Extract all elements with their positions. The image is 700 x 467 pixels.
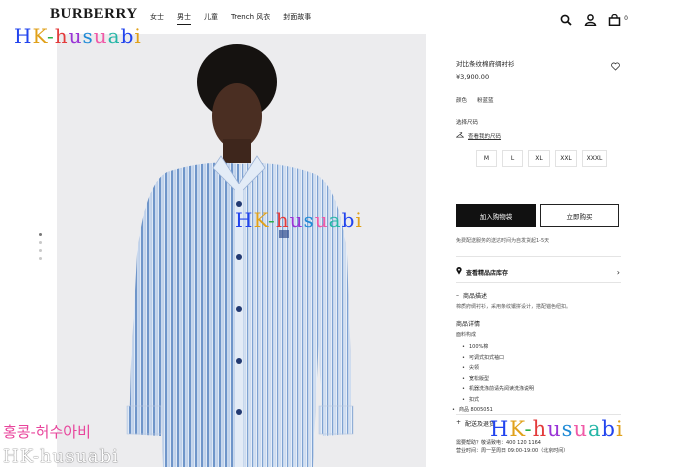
nav-item-men[interactable]: 男士	[177, 12, 191, 25]
divider	[456, 256, 621, 257]
details-heading: 商品详情	[456, 321, 481, 328]
hanger-icon	[455, 131, 465, 140]
location-pin-icon	[456, 267, 462, 277]
contact-line: 营业时间：周一至周日 09:00-19:00（北京时间）	[456, 448, 569, 454]
size-option-xxxl[interactable]: XXXL	[582, 150, 607, 167]
size-label: 选择尺码	[456, 120, 479, 126]
color-label: 颜色	[456, 98, 468, 104]
gallery-dot[interactable]	[39, 233, 42, 236]
gallery-dot[interactable]	[39, 257, 42, 260]
nav-item-trench[interactable]: Trench 风衣	[231, 12, 270, 25]
list-item: 100%棉	[462, 342, 534, 353]
list-item: 机器洗涤前请先阅读洗涤说明	[462, 384, 534, 395]
store-stock-label: 查看精品店库存	[466, 269, 509, 277]
main-nav: 女士 男士 儿童 Trench 风衣 封面故事	[150, 12, 311, 25]
product-panel: 对比条纹棉府绸衬衫 ¥3,900.00 颜色 粉蓝蓝 选择尺码 查看我的尺码 M…	[426, 34, 700, 467]
account-icon[interactable]	[584, 11, 597, 27]
product-title: 对比条纹棉府绸衬衫	[456, 60, 515, 68]
bag-icon[interactable]	[608, 11, 621, 27]
add-to-bag-button[interactable]: 加入购物袋	[456, 204, 536, 227]
nav-item-children[interactable]: 儿童	[204, 12, 218, 25]
store-stock-link[interactable]: 查看精品店库存 ›	[456, 267, 620, 277]
bag-count: 0	[624, 15, 628, 22]
model-photo	[57, 34, 426, 467]
gallery-dot[interactable]	[39, 249, 42, 252]
feature-list: 100%棉 可调式扣式袖口 尖领 宽松版型 机器洗涤前请先阅读洗涤说明 扣式 商…	[459, 342, 534, 416]
color-value: 粉蓝蓝	[477, 98, 494, 104]
list-item: 宽松版型	[462, 374, 534, 385]
description-heading: 商品描述	[463, 293, 488, 300]
product-price: ¥3,900.00	[456, 73, 490, 81]
size-option-l[interactable]: L	[502, 150, 523, 167]
fabric-heading: 面料构成	[456, 332, 477, 338]
brand-logo[interactable]: BURBERRY	[50, 6, 138, 23]
list-item: 扣式	[462, 395, 534, 406]
contact-line: 需要帮助？敬请致电：400 120 1164	[456, 440, 541, 446]
size-option-m[interactable]: M	[476, 150, 497, 167]
list-item: 尖领	[462, 363, 534, 374]
divider	[456, 282, 621, 283]
nav-item-cover-story[interactable]: 封面故事	[283, 12, 311, 25]
shipping-returns-toggle[interactable]: + 配送及退货	[456, 419, 495, 428]
site-header: BURBERRY 女士 男士 儿童 Trench 风衣 封面故事 0	[0, 0, 700, 34]
collapse-icon: –	[456, 292, 459, 299]
buy-now-button[interactable]: 立即购买	[540, 204, 619, 227]
size-options: M L XL XXL XXXL	[476, 150, 607, 167]
expand-icon: +	[456, 419, 462, 426]
search-icon[interactable]	[560, 11, 573, 26]
description-toggle[interactable]: – 商品描述	[456, 291, 487, 300]
size-option-xxl[interactable]: XXL	[555, 150, 577, 167]
heart-icon[interactable]	[611, 56, 620, 71]
contact-info: 需要帮助？敬请致电：400 120 1164 营业时间：周一至周日 09:00-…	[456, 439, 568, 455]
gallery-dots	[39, 233, 42, 260]
size-guide-label: 查看我的尺码	[468, 134, 502, 140]
gallery-dot[interactable]	[39, 241, 42, 244]
chevron-right-icon: ›	[616, 267, 620, 277]
list-item: 可调式扣式袖口	[462, 353, 534, 364]
product-image[interactable]	[57, 34, 426, 467]
description-text: 棉质府绸衬衫，采用条纹镶拼设计，搭配锚色纽扣。	[456, 304, 572, 310]
nav-item-women[interactable]: 女士	[150, 12, 164, 25]
divider	[456, 414, 621, 415]
size-guide-link[interactable]: 查看我的尺码	[455, 131, 502, 140]
color-row: 颜色 粉蓝蓝	[456, 96, 494, 104]
shipping-note: 免费配送服务的送达时间为自发货起1-5天	[456, 238, 550, 244]
size-option-xl[interactable]: XL	[528, 150, 550, 167]
shipping-returns-heading: 配送及退货	[465, 421, 496, 428]
header-actions: 0	[560, 11, 628, 27]
